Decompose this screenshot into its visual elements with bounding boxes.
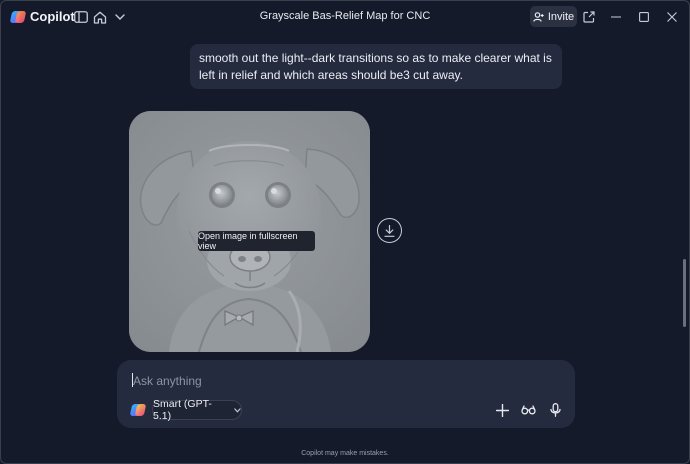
chevron-down-icon (234, 407, 241, 413)
new-window-icon[interactable] (580, 8, 598, 26)
image-tooltip: Open image in fullscreen view (198, 231, 315, 251)
invite-label: Invite (547, 10, 575, 23)
download-icon (384, 224, 395, 237)
model-label: Smart (GPT-5.1) (153, 398, 212, 422)
invite-button[interactable]: Invite (530, 6, 577, 27)
text-caret (132, 373, 133, 387)
microphone-icon[interactable] (546, 401, 564, 419)
maximize-icon[interactable] (635, 8, 653, 26)
glasses-icon[interactable] (519, 401, 537, 419)
copilot-mode-icon[interactable] (129, 402, 147, 418)
model-selector[interactable]: Smart (GPT-5.1) (152, 398, 242, 422)
user-message: smooth out the light--dark transitions s… (190, 44, 562, 89)
minimize-icon[interactable] (607, 8, 625, 26)
invite-person-icon (533, 11, 544, 22)
disclaimer: Copilot may make mistakes. (301, 450, 389, 457)
composer: Smart (GPT-5.1) (117, 360, 575, 428)
close-icon[interactable] (663, 8, 681, 26)
plus-icon[interactable] (493, 401, 511, 419)
download-button[interactable] (377, 218, 402, 243)
title-bar: Copilot Grayscale Bas-Relief Map for CNC… (1, 1, 689, 33)
ask-input[interactable] (133, 371, 553, 391)
chat-scrollbar[interactable] (683, 259, 686, 327)
copilot-window: Copilot Grayscale Bas-Relief Map for CNC… (0, 0, 690, 464)
